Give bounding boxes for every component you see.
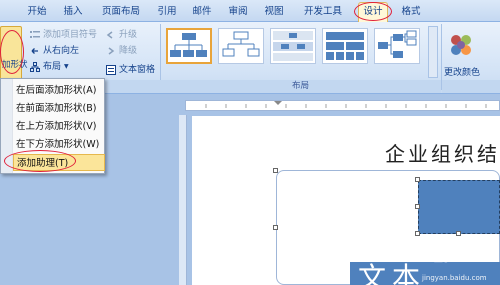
menu-item-add-assistant[interactable]: 添加助理(T) [13,154,105,171]
layout-thumb-org-chart[interactable] [166,28,212,64]
layout-thumb-horizontal-hierarchy[interactable] [374,28,420,64]
menu-icon-stripe [1,79,13,173]
promote-button[interactable]: 升级 [106,28,137,42]
color-palette-icon [446,31,476,61]
menu-item-add-shape-before[interactable]: 在前面添加形状(B) [13,100,105,117]
add-shape-label: 加形状 [2,60,28,70]
watermark-url: jingyan.baidu.com [422,274,487,282]
shape-handle[interactable] [415,204,420,209]
text-pane-icon [106,65,116,75]
ribbon-tab-bar: 开始 插入 页面布局 引用 邮件 审阅 视图 开发工具 设计 格式 [0,0,500,22]
layouts-group-label: 布局 [160,80,441,93]
gallery-scrollbar[interactable] [428,26,438,78]
add-bullet-button[interactable]: 添加项目符号 [30,28,97,42]
watermark-brand: Baidu经验 [388,250,456,265]
tab-mailings[interactable]: 邮件 [190,4,214,20]
change-colors-button[interactable] [446,26,486,66]
menu-item-add-shape-after[interactable]: 在后面添加形状(A) [13,82,105,99]
add-shape-button[interactable]: 加形状 [0,26,28,82]
menu-item-add-shape-below[interactable]: 在下方添加形状(W) [13,136,105,153]
shape-handle[interactable] [456,231,461,236]
layout-thumb-table-hierarchy[interactable] [322,28,368,64]
add-bullet-label: 添加项目符号 [43,30,98,40]
text-pane-label: 文本窗格 [119,65,156,75]
text-pane-button[interactable]: 文本窗格 [106,63,155,77]
right-to-left-button[interactable]: 从右向左 [30,44,79,58]
promote-icon [106,30,116,40]
tab-design[interactable]: 设计 [358,2,388,22]
layout-thumb-hierarchy[interactable] [218,28,264,64]
shape-handle[interactable] [415,231,420,236]
tab-home[interactable]: 开始 [22,4,52,20]
add-shape-dropdown-menu: 在后面添加形状(A) 在前面添加形状(B) 在上方添加形状(V) 在下方添加形状… [0,78,105,174]
shape-handle[interactable] [415,177,420,182]
menu-item-add-shape-above[interactable]: 在上方添加形状(V) [13,118,105,135]
smartart-styles-group-label [442,80,500,93]
layout-icon [30,62,40,72]
promote-label: 升级 [119,30,138,40]
tab-references[interactable]: 引用 [155,4,179,20]
layout-thumb-labeled-hierarchy[interactable] [270,28,316,64]
resize-handle[interactable] [273,225,278,230]
demote-label: 降级 [119,46,138,56]
right-to-left-icon [30,46,40,56]
tab-view[interactable]: 视图 [262,4,286,20]
resize-handle[interactable] [273,168,278,173]
horizontal-ruler[interactable] [185,100,500,111]
tab-insert[interactable]: 插入 [58,4,88,20]
tab-developer[interactable]: 开发工具 [300,4,346,20]
right-to-left-label: 从右向左 [43,46,80,56]
layout-label: 布局 [43,62,62,72]
tab-page-layout[interactable]: 页面布局 [98,4,144,20]
chevron-down-icon: ▼ [64,63,69,70]
layout-dropdown-button[interactable]: 布局 ▼ [30,60,69,74]
bullet-list-icon [30,30,40,40]
tab-review[interactable]: 审阅 [226,4,250,20]
demote-button[interactable]: 降级 [106,44,137,58]
tab-format[interactable]: 格式 [398,4,424,20]
org-chart-top-shape[interactable] [418,180,500,234]
vertical-ruler[interactable] [179,115,187,285]
demote-icon [106,46,116,56]
page-title: 企业组织结 [385,142,500,166]
